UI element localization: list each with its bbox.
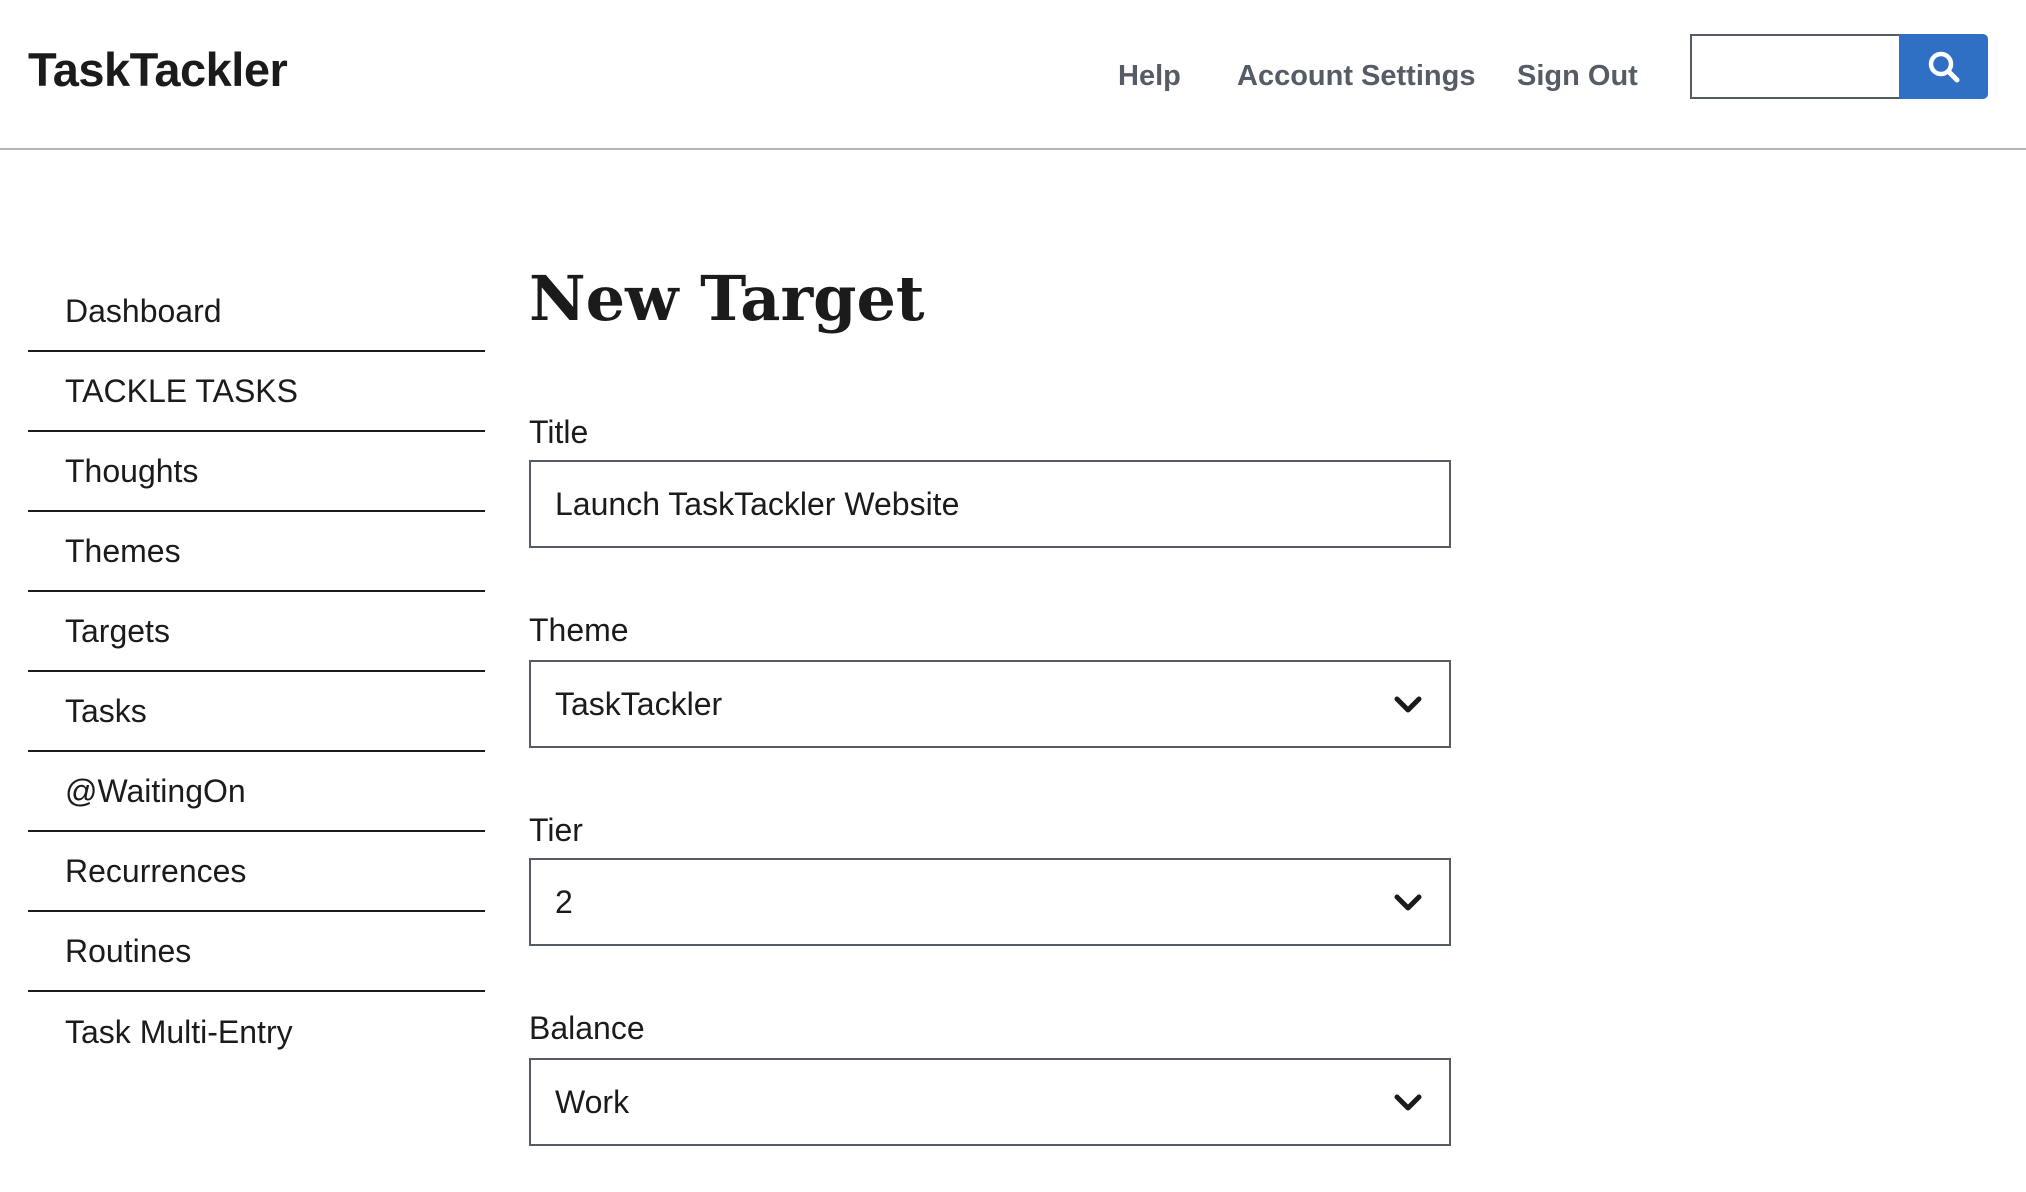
sidebar-nav: Dashboard TACKLE TASKS Thoughts Themes T… [28, 272, 485, 1072]
sidebar-item-tackle-tasks[interactable]: TACKLE TASKS [28, 352, 485, 432]
tier-label: Tier [529, 812, 583, 848]
site-header: TaskTackler Help Account Settings Sign O… [0, 0, 2026, 150]
sidebar-item-targets[interactable]: Targets [28, 592, 485, 672]
tier-select[interactable]: 2 [529, 858, 1451, 946]
balance-select-value: Work [555, 1083, 630, 1120]
sidebar-item-tasks[interactable]: Tasks [28, 672, 485, 752]
search-input[interactable] [1690, 34, 1902, 99]
search-button[interactable] [1899, 34, 1988, 99]
search-icon [1928, 51, 1959, 82]
balance-select[interactable]: Work [529, 1058, 1451, 1146]
theme-select[interactable]: TaskTackler [529, 660, 1451, 748]
title-label: Title [529, 414, 589, 450]
theme-select-value: TaskTackler [555, 685, 723, 722]
sidebar-item-recurrences[interactable]: Recurrences [28, 832, 485, 912]
theme-label: Theme [529, 612, 629, 648]
sidebar-item-task-multi-entry[interactable]: Task Multi-Entry [28, 992, 485, 1072]
sidebar-item-themes[interactable]: Themes [28, 512, 485, 592]
sidebar-item-dashboard[interactable]: Dashboard [28, 272, 485, 352]
page-title: New Target [529, 262, 925, 335]
app-logo[interactable]: TaskTackler [28, 42, 288, 97]
sidebar-item-thoughts[interactable]: Thoughts [28, 432, 485, 512]
chevron-down-icon [1394, 894, 1422, 911]
chevron-down-icon [1394, 1094, 1422, 1111]
title-input-value: Launch TaskTackler Website [555, 485, 960, 522]
balance-label: Balance [529, 1010, 645, 1046]
chevron-down-icon [1394, 696, 1422, 713]
account-settings-link[interactable]: Account Settings [1237, 60, 1475, 93]
help-link[interactable]: Help [1118, 60, 1181, 93]
sidebar-item-routines[interactable]: Routines [28, 912, 485, 992]
sidebar-item-waiting-on[interactable]: @WaitingOn [28, 752, 485, 832]
sign-out-link[interactable]: Sign Out [1517, 60, 1638, 93]
tier-select-value: 2 [555, 883, 573, 920]
title-input[interactable]: Launch TaskTackler Website [529, 460, 1451, 548]
